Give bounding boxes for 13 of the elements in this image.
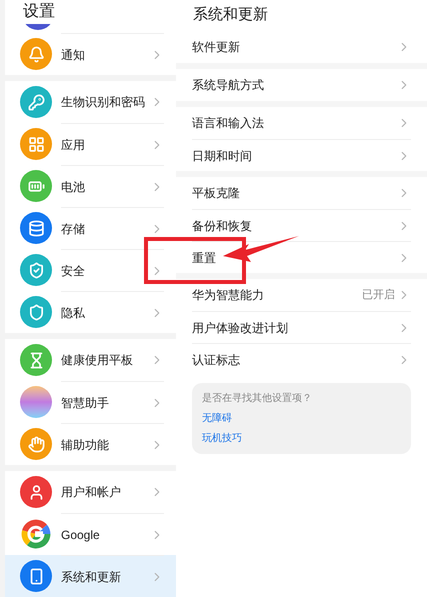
settings-row[interactable]: 日期和时间 — [192, 139, 411, 171]
suggestion-link[interactable]: 无障碍 — [202, 411, 232, 426]
settings-row[interactable]: 华为智慧能力 已开启 — [192, 279, 411, 311]
sidebar-item[interactable]: 系统和更新 — [5, 555, 176, 597]
sidebar-title: 设置 — [23, 2, 55, 22]
status-value: 已开启 — [362, 288, 395, 303]
settings-row[interactable]: 语言和输入法 — [192, 107, 411, 139]
suggestion-link[interactable]: 玩机技巧 — [202, 431, 242, 446]
settings-row[interactable]: 平板克隆 — [192, 177, 411, 209]
settings-row[interactable]: 备份和恢复 — [192, 209, 411, 241]
settings-row[interactable]: 用户体验改进计划 — [192, 311, 411, 343]
page-title: 系统和更新 — [193, 5, 268, 26]
suggestion-question: 是否在寻找其他设置项？ — [202, 392, 313, 406]
